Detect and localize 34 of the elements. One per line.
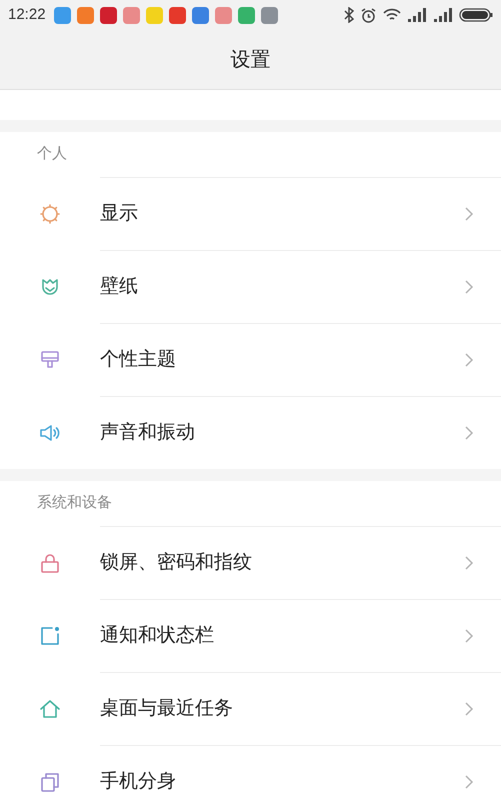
item-label: 锁屏、密码和指纹 [100,550,253,575]
chevron-icon [464,555,474,571]
item-label: 个性主题 [100,348,177,372]
chevron-icon [464,628,474,644]
signal-icon [407,8,427,22]
settings-item[interactable]: 声音和振动 [0,396,501,469]
chevron-icon [464,701,474,717]
settings-item[interactable]: 手机分身 [0,745,501,800]
settings-item[interactable]: 锁屏、密码和指纹 [0,526,501,599]
item-label: 通知和状态栏 [100,624,215,648]
chevron-icon [464,425,474,441]
item-label: 显示 [100,202,139,226]
page-title: 设置 [230,48,270,72]
section-title: 系统和设备 [37,493,112,514]
signal-icon [433,8,453,22]
settings-item[interactable]: 个性主题 [0,323,501,396]
chevron-icon [464,774,474,790]
alarm-icon [360,6,377,24]
battery-icon [459,7,493,23]
item-label: 壁纸 [100,274,139,299]
chevron-icon [464,352,474,368]
bluetooth-icon [344,7,354,23]
settings-item[interactable]: 桌面与最近任务 [0,672,501,745]
settings-item[interactable]: 通知和状态栏 [0,599,501,672]
status-time: 12:22 [8,4,46,25]
settings-item[interactable]: 壁纸 [0,250,501,323]
section-title: 个人 [37,144,67,164]
item-label: 手机分身 [100,770,177,794]
chevron-icon [464,206,474,222]
item-label: 桌面与最近任务 [100,696,234,721]
chevron-icon [464,279,474,295]
wifi-icon [383,8,401,22]
item-label: 声音和振动 [100,420,196,445]
settings-item[interactable]: 显示 [0,177,501,250]
